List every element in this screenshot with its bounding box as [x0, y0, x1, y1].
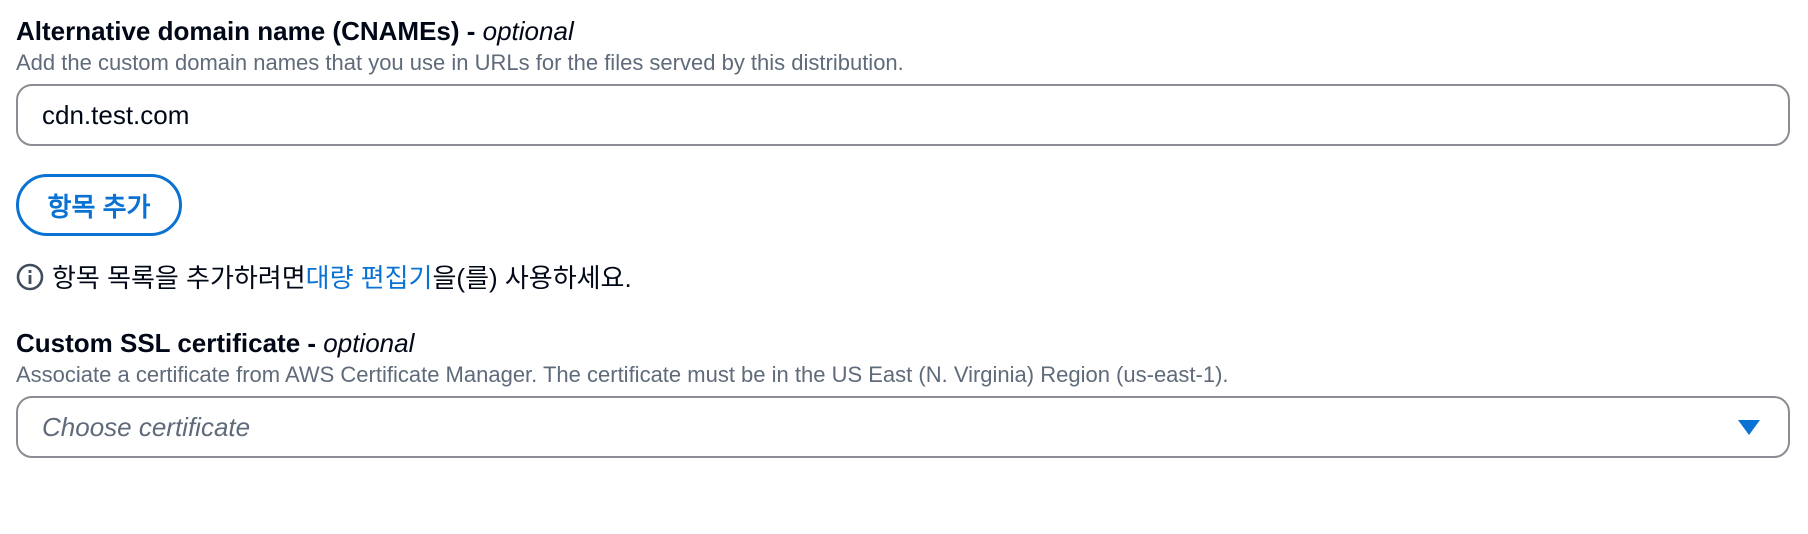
ssl-optional-tag: optional [323, 328, 415, 358]
add-item-button[interactable]: 항목 추가 [16, 174, 182, 236]
ssl-label-separator: - [300, 328, 324, 358]
cname-optional-tag: optional [482, 16, 574, 46]
cname-label-text: Alternative domain name (CNAMEs) [16, 16, 460, 46]
cname-label: Alternative domain name (CNAMEs) - optio… [16, 14, 574, 48]
info-circle-icon [16, 263, 44, 290]
ssl-certificate-description: Associate a certificate from AWS Certifi… [16, 362, 1229, 387]
bulk-editor-info-suffix: 을(를) 사용하세요. [432, 263, 632, 293]
caret-down-icon[interactable] [1738, 419, 1760, 435]
bulk-editor-info-prefix: 항목 목록을 추가하려면 [52, 263, 306, 293]
bulk-editor-link[interactable]: 대량 편집기 [306, 258, 433, 295]
bulk-editor-info: 항목 목록을 추가하려면 대량 편집기 을(를) 사용하세요. [16, 258, 632, 295]
certificate-select-placeholder: Choose certificate [42, 411, 251, 442]
ssl-label-text: Custom SSL certificate [16, 328, 301, 358]
certificate-select[interactable]: Choose certificate [16, 396, 1790, 458]
cname-input[interactable]: cdn.test.com [16, 84, 1790, 146]
cname-input-value: cdn.test.com [42, 99, 190, 130]
ssl-certificate-label: Custom SSL certificate - optional [16, 326, 414, 360]
cname-description: Add the custom domain names that you use… [16, 50, 904, 75]
cname-label-separator: - [459, 16, 483, 46]
